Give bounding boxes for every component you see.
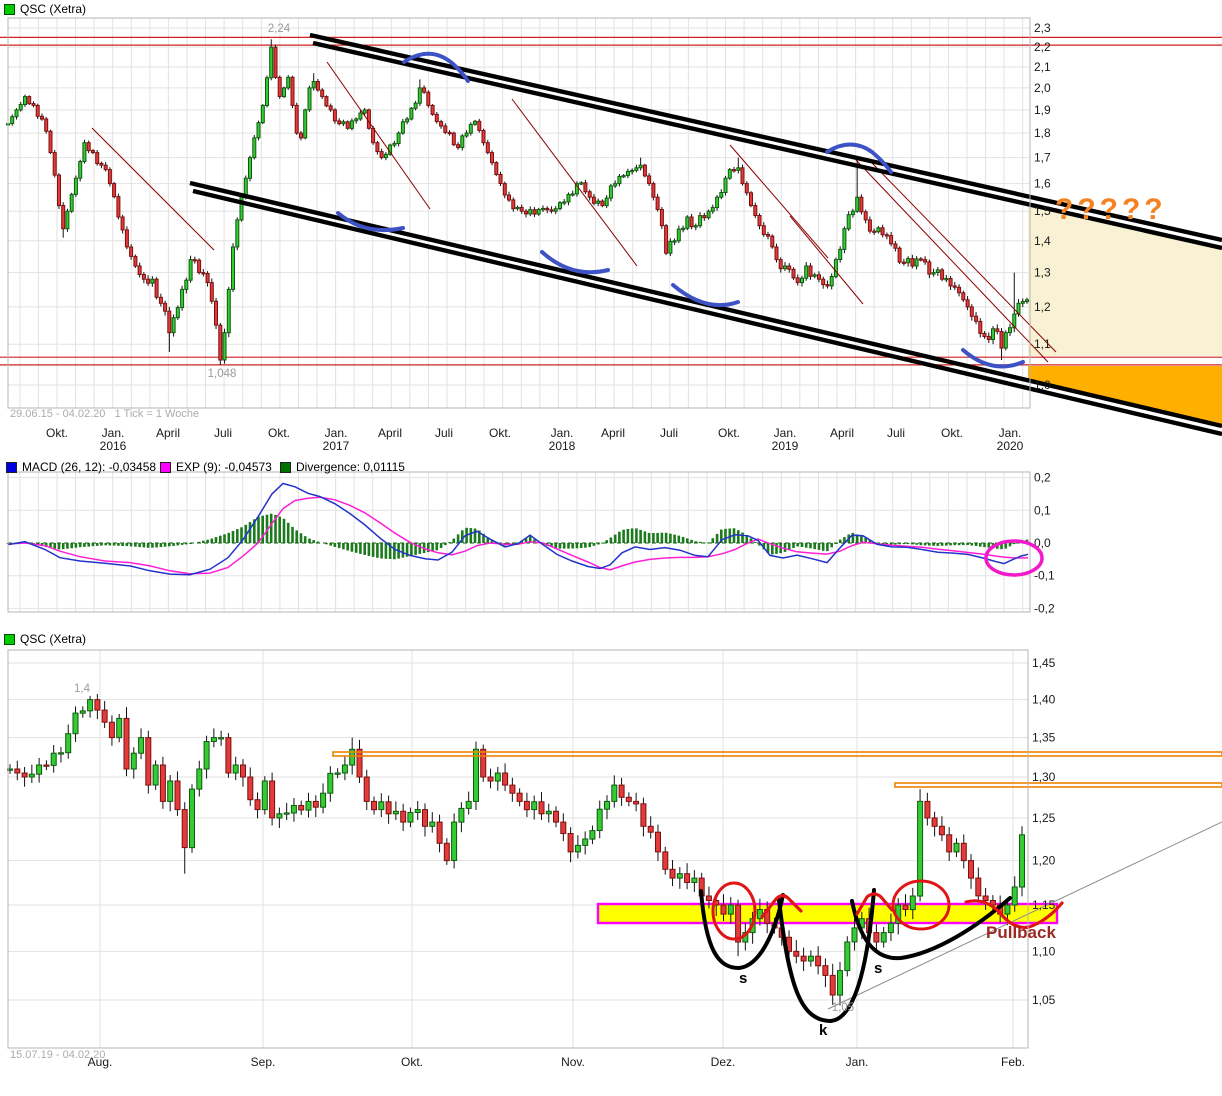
svg-text:Juli: Juli <box>214 426 232 440</box>
svg-text:1,6: 1,6 <box>1034 177 1051 191</box>
macd-grid <box>8 472 1030 612</box>
svg-text:0,2: 0,2 <box>1034 471 1051 485</box>
chart-workspace: 2,3 2,2 2,1 2,0 1,9 1,8 1,7 1,6 1,5 1,4 1,3 1,2 1,1 1… <box>0 0 1222 1096</box>
top-chart-range-label: 29.06.15 - 04.02.20 1 Tick = 1 Woche <box>10 408 199 420</box>
svg-text:1,9: 1,9 <box>1034 103 1051 117</box>
svg-text:Okt.: Okt. <box>718 426 740 440</box>
svg-text:Okt.: Okt. <box>489 426 511 440</box>
svg-text:April: April <box>378 426 402 440</box>
exp-legend-item: EXP (9): -0,04573 <box>160 460 272 474</box>
svg-text:2020: 2020 <box>997 439 1024 453</box>
forecast-zones <box>1028 204 1222 425</box>
macd-value-label: MACD (26, 12): -0,03458 <box>22 460 156 474</box>
svg-text:Okt.: Okt. <box>268 426 290 440</box>
svg-text:1,4: 1,4 <box>1034 234 1051 248</box>
svg-text:Dez.: Dez. <box>711 1055 736 1069</box>
macd-swatch-icon <box>6 462 17 473</box>
svg-text:2,3: 2,3 <box>1034 21 1051 35</box>
svg-text:Jan.: Jan. <box>102 426 125 440</box>
divergence-value-label: Divergence: 0,01115 <box>296 460 405 474</box>
svg-text:Okt.: Okt. <box>941 426 963 440</box>
bottom-chart-range-label: 15.07.19 - 04.02.20 <box>10 1049 105 1061</box>
svg-text:1,35: 1,35 <box>1032 731 1056 745</box>
svg-text:2018: 2018 <box>549 439 576 453</box>
exp-value-label: EXP (9): -0,04573 <box>176 460 272 474</box>
svg-text:1,40: 1,40 <box>1032 693 1056 707</box>
svg-text:2,0: 2,0 <box>1034 81 1051 95</box>
weekly-frame <box>8 18 1030 408</box>
macd-legend-item: MACD (26, 12): -0,03458 <box>6 460 156 474</box>
svg-text:Jan.: Jan. <box>999 426 1022 440</box>
svg-text:Sep.: Sep. <box>251 1055 276 1069</box>
macd-histogram <box>7 514 1030 560</box>
svg-text:1,10: 1,10 <box>1032 944 1056 958</box>
orange-resistance-zones <box>333 752 1222 787</box>
daily-candles <box>8 694 1025 1005</box>
svg-text:1,7: 1,7 <box>1034 151 1051 165</box>
head-label: k <box>819 1022 827 1039</box>
blue-curve-annotations <box>338 54 1023 367</box>
low-annotation-label: 1,05 <box>825 1002 861 1014</box>
question-marks-annotation: ????? <box>1055 193 1167 227</box>
low-price-label: 1,048 <box>200 368 244 380</box>
svg-text:1,3: 1,3 <box>1034 266 1051 280</box>
bottom-chart-legend: QSC (Xetra) <box>4 632 86 646</box>
svg-text:1,2: 1,2 <box>1034 300 1051 314</box>
macd-axis-labels: 0,20,10,0-0,1-0,2 <box>1034 471 1055 616</box>
svg-text:April: April <box>830 426 854 440</box>
svg-text:1,15: 1,15 <box>1032 898 1056 912</box>
svg-text:Nov.: Nov. <box>561 1055 585 1069</box>
svg-text:Juli: Juli <box>435 426 453 440</box>
svg-text:1,25: 1,25 <box>1032 811 1056 825</box>
svg-text:1,0: 1,0 <box>1034 378 1051 392</box>
exp-swatch-icon <box>160 462 171 473</box>
macd-lines <box>8 484 1028 575</box>
svg-text:1,5: 1,5 <box>1034 204 1051 218</box>
svg-text:Feb.: Feb. <box>1001 1055 1025 1069</box>
pullback-annotation: Pullback <box>986 923 1056 943</box>
svg-text:1,45: 1,45 <box>1032 656 1056 670</box>
svg-text:Jan.: Jan. <box>551 426 574 440</box>
green-swatch-icon <box>4 4 15 15</box>
svg-text:1,8: 1,8 <box>1034 126 1051 140</box>
weekly-axis-labels: 2,3 2,2 2,1 2,0 1,9 1,8 1,7 1,6 1,5 1,4 1,3 1,2 1,1 1… <box>46 21 1051 453</box>
svg-text:Jan.: Jan. <box>325 426 348 440</box>
daily-grid <box>8 650 1028 1048</box>
green-swatch-icon <box>4 634 15 645</box>
svg-text:Juli: Juli <box>660 426 678 440</box>
svg-text:April: April <box>601 426 625 440</box>
svg-text:0,1: 0,1 <box>1034 503 1051 517</box>
bottom-chart-title: QSC (Xetra) <box>20 632 86 646</box>
svg-text:April: April <box>156 426 180 440</box>
top-chart-legend: QSC (Xetra) <box>4 2 86 16</box>
macd-frame <box>8 472 1030 612</box>
svg-text:2,1: 2,1 <box>1034 60 1051 74</box>
svg-text:Jan.: Jan. <box>774 426 797 440</box>
divergence-swatch-icon <box>280 462 291 473</box>
svg-text:Jan.: Jan. <box>846 1055 869 1069</box>
weekly-grid <box>8 18 1030 408</box>
svg-text:2,2: 2,2 <box>1034 40 1051 54</box>
svg-text:1,20: 1,20 <box>1032 854 1056 868</box>
svg-text:-0,2: -0,2 <box>1034 601 1055 615</box>
svg-text:Okt.: Okt. <box>46 426 68 440</box>
svg-text:2017: 2017 <box>323 439 350 453</box>
svg-text:Juli: Juli <box>887 426 905 440</box>
peak-price-label: 2,24 <box>261 23 297 35</box>
top-chart-title: QSC (Xetra) <box>20 2 86 16</box>
daily-frame <box>8 650 1028 1048</box>
svg-text:-0,1: -0,1 <box>1034 569 1055 583</box>
daily-axis-labels: 1,451,401,351,301,251,201,151,101,05Aug.… <box>88 656 1056 1069</box>
svg-text:1,30: 1,30 <box>1032 770 1056 784</box>
divergence-legend-item: Divergence: 0,01115 <box>280 460 405 474</box>
right-shoulder-label: s <box>874 960 882 977</box>
high-annotation-label: 1,4 <box>67 683 97 695</box>
svg-text:1,05: 1,05 <box>1032 993 1056 1007</box>
svg-text:1,1: 1,1 <box>1034 337 1051 351</box>
svg-text:2016: 2016 <box>100 439 127 453</box>
svg-text:2019: 2019 <box>772 439 799 453</box>
svg-text:Okt.: Okt. <box>401 1055 423 1069</box>
left-shoulder-label: s <box>739 970 747 987</box>
